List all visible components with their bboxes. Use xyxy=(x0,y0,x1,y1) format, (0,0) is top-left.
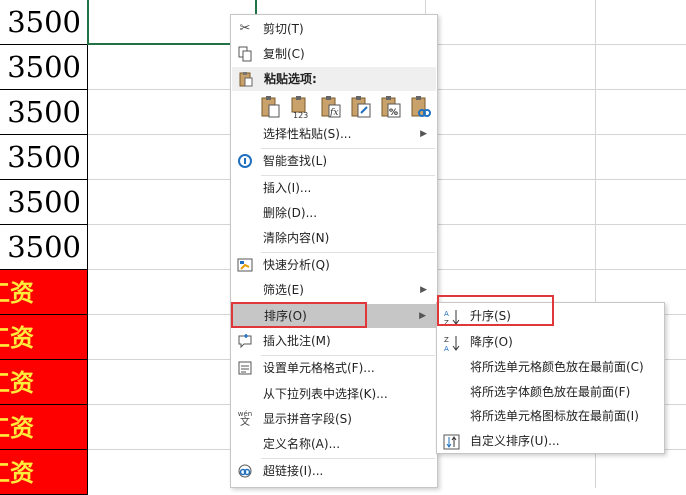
paste-formulas-icon[interactable]: fx xyxy=(319,95,343,119)
menu-label: 设置单元格格式(F)... xyxy=(263,361,375,375)
cell-salary[interactable]: 工资 xyxy=(0,270,88,315)
menu-item-copy[interactable]: 复制(C) xyxy=(231,42,437,66)
menu-item-smart-lookup[interactable]: 智能查找(L) xyxy=(231,149,437,173)
sort-descending-icon: ZA xyxy=(443,334,461,353)
menu-item-clear-contents[interactable]: 清除内容(N) xyxy=(231,226,437,250)
menu-item-filter[interactable]: 筛选(E) ▶ xyxy=(231,278,437,302)
svg-text:fx: fx xyxy=(329,108,338,118)
menu-label: 显示拼音字段(S) xyxy=(263,412,352,426)
menu-label: 将所选单元格图标放在最前面(I) xyxy=(470,409,639,423)
format-cells-icon xyxy=(237,360,253,376)
menu-label: 插入(I)... xyxy=(263,181,312,195)
submenu-item-cell-color-top[interactable]: 将所选单元格颜色放在最前面(C) xyxy=(437,355,664,380)
copy-icon xyxy=(237,46,253,62)
cell-salary[interactable]: 工资 xyxy=(0,405,88,450)
custom-sort-icon xyxy=(443,433,461,451)
menu-label: 选择性粘贴(S)... xyxy=(263,127,352,141)
menu-item-quick-analysis[interactable]: 快速分析(Q) xyxy=(231,253,437,277)
menu-label: 将所选字体颜色放在最前面(F) xyxy=(470,385,631,399)
menu-label: 定义名称(A)... xyxy=(263,437,341,451)
menu-label: 自定义排序(U)... xyxy=(470,434,560,448)
link-icon xyxy=(237,463,253,479)
cell-number[interactable]: 3500 xyxy=(0,225,88,270)
svg-text:123: 123 xyxy=(293,111,308,119)
smart-lookup-icon xyxy=(237,153,253,169)
context-menu: ✂ 剪切(T) 复制(C) 粘贴选项: 123 fx % 选择性粘贴(S)...… xyxy=(230,14,438,488)
paste-transpose-icon[interactable] xyxy=(349,95,373,119)
highlight-box-sort xyxy=(231,302,367,328)
paste-link-icon[interactable] xyxy=(409,95,433,119)
svg-text:Z: Z xyxy=(444,336,449,344)
cell-number[interactable]: 3500 xyxy=(0,180,88,225)
comment-icon xyxy=(237,333,253,349)
menu-label: 超链接(I)... xyxy=(263,464,324,478)
submenu-item-font-color-top[interactable]: 将所选字体颜色放在最前面(F) xyxy=(437,380,664,405)
submenu-arrow-icon: ▶ xyxy=(420,129,427,139)
menu-label: 筛选(E) xyxy=(263,283,304,297)
phonetic-icon-char: 文 xyxy=(240,417,250,428)
cell-number[interactable]: 3500 xyxy=(0,0,88,45)
highlight-box-ascending xyxy=(437,295,554,326)
scissors-icon: ✂ xyxy=(239,21,251,36)
menu-item-define-name[interactable]: 定义名称(A)... xyxy=(231,432,437,456)
cell-salary[interactable]: 工资 xyxy=(0,360,88,405)
submenu-item-custom-sort[interactable]: 自定义排序(U)... xyxy=(437,429,664,454)
menu-label: 降序(O) xyxy=(470,335,513,349)
cell-number[interactable]: 3500 xyxy=(0,45,88,90)
quick-analysis-icon xyxy=(237,257,253,273)
menu-item-cut[interactable]: ✂ 剪切(T) xyxy=(231,17,437,41)
menu-item-phonetic[interactable]: wén 文 显示拼音字段(S) xyxy=(231,407,437,431)
menu-label: 快速分析(Q) xyxy=(263,258,330,272)
menu-label: 智能查找(L) xyxy=(263,154,328,168)
menu-item-paste-special[interactable]: 选择性粘贴(S)... ▶ xyxy=(231,122,437,146)
menu-label: 剪切(T) xyxy=(263,22,304,36)
menu-item-delete[interactable]: 删除(D)... xyxy=(231,201,437,225)
svg-text:%: % xyxy=(389,108,398,118)
menu-label: 删除(D)... xyxy=(263,206,318,220)
cell-salary[interactable]: 工资 xyxy=(0,315,88,360)
submenu-item-cell-icon-top[interactable]: 将所选单元格图标放在最前面(I) xyxy=(437,404,664,429)
menu-item-insert-comment[interactable]: 插入批注(M) xyxy=(231,329,437,353)
cell-salary[interactable]: 工资 xyxy=(0,450,88,495)
menu-label: 插入批注(M) xyxy=(263,334,331,348)
phonetic-icon: wén 文 xyxy=(237,411,253,428)
submenu-arrow-icon: ▶ xyxy=(420,285,427,295)
cell-number[interactable]: 3500 xyxy=(0,135,88,180)
menu-label: 粘贴选项: xyxy=(264,72,317,86)
menu-item-format-cells[interactable]: 设置单元格格式(F)... xyxy=(231,356,437,380)
menu-label: 将所选单元格颜色放在最前面(C) xyxy=(470,360,644,374)
submenu-arrow-icon: ▶ xyxy=(419,311,426,321)
paste-icon[interactable] xyxy=(259,95,283,119)
menu-item-pick-from-list[interactable]: 从下拉列表中选择(K)... xyxy=(231,382,437,406)
paste-values-icon[interactable]: 123 xyxy=(289,95,313,120)
menu-item-insert[interactable]: 插入(I)... xyxy=(231,176,437,200)
menu-label: 从下拉列表中选择(K)... xyxy=(263,387,388,401)
menu-label: 清除内容(N) xyxy=(263,231,330,245)
paste-options-header: 粘贴选项: xyxy=(232,67,436,91)
paste-formatting-icon[interactable]: % xyxy=(379,95,403,119)
menu-label: 复制(C) xyxy=(263,47,305,61)
menu-item-hyperlink[interactable]: 超链接(I)... xyxy=(231,459,437,483)
clipboard-icon xyxy=(238,71,254,87)
submenu-item-descending[interactable]: ZA 降序(O) xyxy=(437,330,664,355)
svg-text:A: A xyxy=(444,345,449,352)
cell-number[interactable]: 3500 xyxy=(0,90,88,135)
